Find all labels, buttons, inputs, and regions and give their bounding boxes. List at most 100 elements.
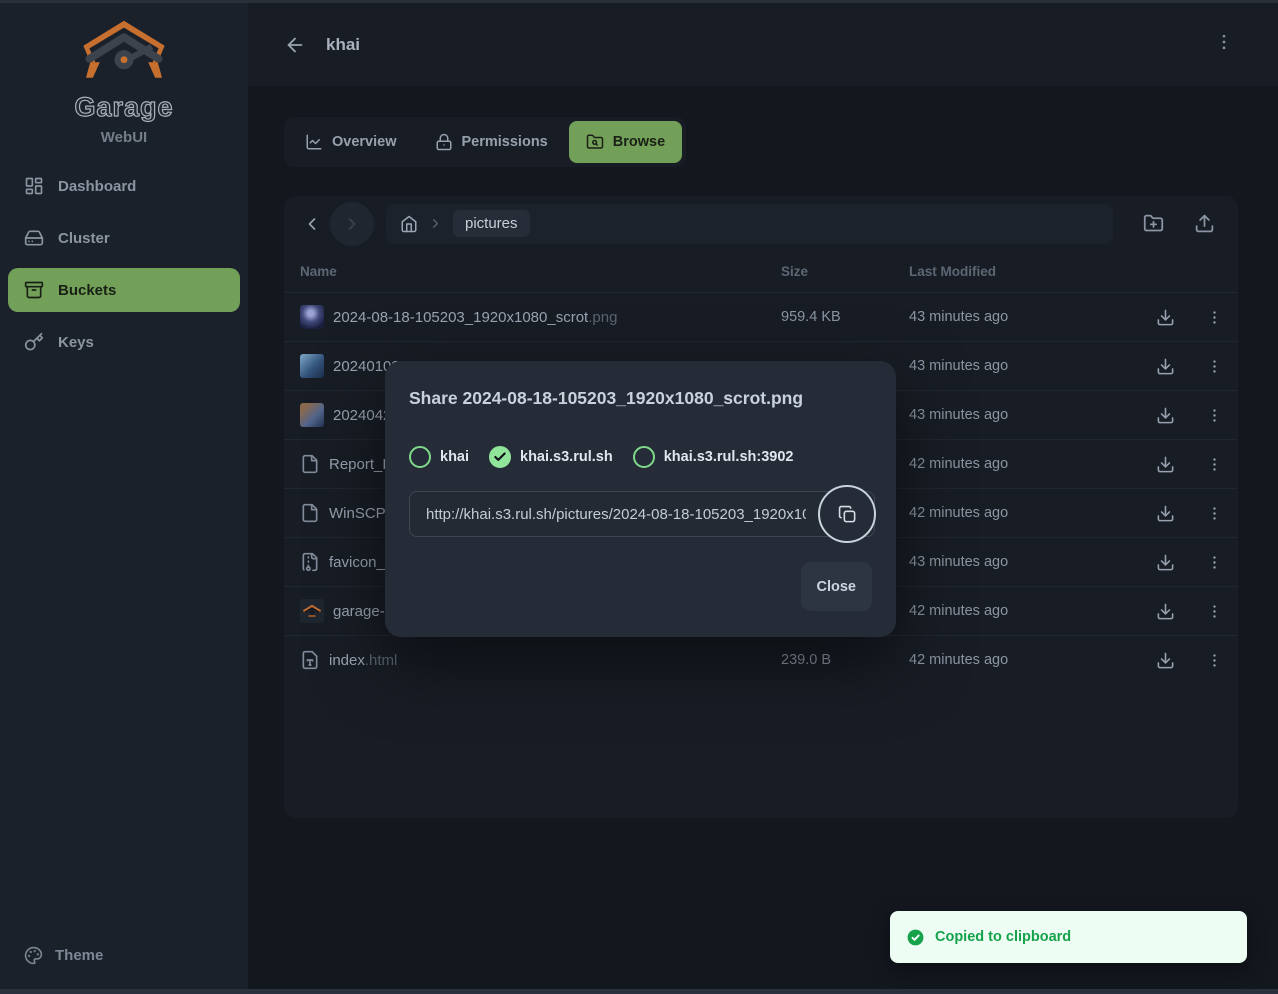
file-icon: [300, 503, 320, 523]
download-icon[interactable]: [1156, 308, 1175, 327]
file-modified: 43 minutes ago: [909, 309, 1140, 325]
file-modified: 43 minutes ago: [909, 358, 1140, 374]
brand-block: Garage WebUI: [0, 3, 248, 146]
layout-dashboard-icon: [24, 176, 44, 196]
chevron-right-icon: [428, 216, 443, 231]
file-extension: .png: [588, 309, 617, 326]
page-title: khai: [326, 35, 360, 55]
share-url-input[interactable]: [409, 491, 875, 537]
sidebar-item-label: Buckets: [58, 282, 116, 299]
sidebar-item-dashboard[interactable]: Dashboard: [8, 164, 240, 208]
download-icon[interactable]: [1156, 357, 1175, 376]
row-menu-icon[interactable]: [1206, 603, 1223, 620]
page-header: khai: [248, 3, 1278, 86]
brand-name: Garage: [0, 92, 248, 123]
folder-plus-icon[interactable]: [1143, 213, 1164, 234]
check-icon: [493, 450, 507, 464]
window-top-edge: [0, 0, 1278, 3]
copy-url-button[interactable]: [818, 485, 876, 543]
garage-logo-icon: [80, 19, 168, 83]
tab-overview[interactable]: Overview: [288, 121, 414, 163]
row-menu-icon[interactable]: [1206, 554, 1223, 571]
folder-search-icon: [586, 133, 604, 151]
share-url-group: [409, 491, 872, 537]
radio-label[interactable]: khai.s3.rul.sh: [520, 449, 613, 465]
download-icon[interactable]: [1156, 651, 1175, 670]
upload-icon[interactable]: [1194, 213, 1215, 234]
chevron-right-icon: [342, 214, 362, 234]
sidebar-item-keys[interactable]: Keys: [8, 320, 240, 364]
download-icon[interactable]: [1156, 455, 1175, 474]
file-modified: 42 minutes ago: [909, 456, 1140, 472]
row-menu-icon[interactable]: [1206, 652, 1223, 669]
back-button[interactable]: [284, 34, 306, 56]
download-icon[interactable]: [1156, 406, 1175, 425]
toast-message: Copied to clipboard: [935, 929, 1071, 945]
radio-domain-khai[interactable]: [409, 446, 431, 468]
file-size: 959.4 KB: [781, 309, 909, 325]
row-menu-icon[interactable]: [1206, 407, 1223, 424]
download-icon[interactable]: [1156, 553, 1175, 572]
radio-domain-khai-s3-checked[interactable]: [489, 446, 511, 468]
file-modified: 42 minutes ago: [909, 652, 1140, 668]
toast-notification: Copied to clipboard: [890, 911, 1247, 963]
file-size: 239.0 B: [781, 652, 909, 668]
file-name: Report_K: [329, 456, 392, 473]
file-icon: [300, 454, 320, 474]
file-modified: 43 minutes ago: [909, 554, 1140, 570]
sidebar-item-label: Cluster: [58, 230, 110, 247]
brand-subtitle: WebUI: [0, 129, 248, 146]
home-icon[interactable]: [400, 215, 418, 233]
garage-webui-app: Garage WebUI Dashboard Cluster Bucket: [0, 0, 1278, 994]
file-type-icon: [300, 650, 320, 670]
copy-icon: [838, 505, 857, 524]
row-menu-icon[interactable]: [1206, 358, 1223, 375]
chevron-left-icon[interactable]: [302, 214, 322, 234]
lock-icon: [435, 133, 453, 151]
file-name: index: [329, 652, 365, 669]
close-button[interactable]: Close: [801, 562, 873, 611]
sidebar-item-label: Dashboard: [58, 178, 136, 195]
ellipsis-vertical-icon[interactable]: [1214, 32, 1234, 52]
breadcrumb-segment-pictures[interactable]: pictures: [453, 210, 530, 237]
palette-icon: [24, 946, 43, 965]
chart-line-icon: [305, 133, 323, 151]
theme-button[interactable]: Theme: [8, 935, 240, 975]
share-dialog-footer: Close: [409, 562, 872, 611]
row-menu-icon[interactable]: [1206, 505, 1223, 522]
forward-button-disabled[interactable]: [330, 202, 374, 246]
sidebar-nav: Dashboard Cluster Buckets Keys: [0, 164, 248, 364]
tab-permissions[interactable]: Permissions: [418, 121, 565, 163]
row-menu-icon[interactable]: [1206, 309, 1223, 326]
sidebar-item-buckets[interactable]: Buckets: [8, 268, 240, 312]
sidebar-item-label: Keys: [58, 334, 94, 351]
hard-drive-icon: [24, 228, 44, 248]
column-name: Name: [300, 264, 781, 279]
file-name: 2024-08-18-105203_1920x1080_scrot: [333, 309, 588, 326]
radio-label[interactable]: khai: [440, 449, 469, 465]
image-thumbnail: [300, 354, 324, 378]
sidebar-item-cluster[interactable]: Cluster: [8, 216, 240, 260]
file-modified: 43 minutes ago: [909, 407, 1140, 423]
column-size: Size: [781, 264, 909, 279]
tab-label: Overview: [332, 134, 397, 150]
table-row[interactable]: 2024-08-18-105203_1920x1080_scrot.png 95…: [284, 292, 1238, 341]
horizontal-scrollbar[interactable]: [0, 989, 1278, 994]
radio-domain-khai-s3-3902[interactable]: [633, 446, 655, 468]
radio-label[interactable]: khai.s3.rul.sh:3902: [664, 449, 794, 465]
domain-options: khai khai.s3.rul.sh khai.s3.rul.sh:3902: [409, 446, 872, 468]
tab-browse[interactable]: Browse: [569, 121, 682, 163]
bucket-tabs: Overview Permissions Browse: [284, 117, 686, 167]
row-menu-icon[interactable]: [1206, 456, 1223, 473]
file-modified: 42 minutes ago: [909, 603, 1140, 619]
image-thumbnail: [300, 403, 324, 427]
theme-label: Theme: [55, 947, 103, 964]
check-circle-icon: [906, 928, 925, 947]
download-icon[interactable]: [1156, 504, 1175, 523]
file-archive-icon: [300, 552, 320, 572]
column-modified: Last Modified: [909, 264, 1140, 279]
tab-label: Browse: [613, 134, 665, 150]
download-icon[interactable]: [1156, 602, 1175, 621]
file-extension: .html: [365, 652, 398, 669]
table-row[interactable]: index.html 239.0 B 42 minutes ago: [284, 635, 1238, 684]
